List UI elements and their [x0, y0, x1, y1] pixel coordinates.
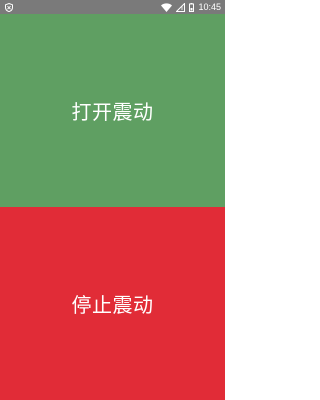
status-bar: 10:45	[0, 0, 225, 14]
wifi-icon	[161, 2, 173, 12]
status-bar-right: 10:45	[161, 0, 221, 14]
app-screen: 10:45 打开震动 停止震动	[0, 0, 225, 400]
vibrate-on-button[interactable]: 打开震动	[0, 14, 225, 207]
shield-icon	[5, 2, 13, 12]
vibrate-on-label: 打开震动	[71, 100, 154, 124]
status-bar-left	[5, 2, 13, 12]
no-sim-icon	[176, 2, 186, 12]
vibrate-off-button[interactable]: 停止震动	[0, 207, 225, 400]
vibrate-off-label: 停止震动	[71, 293, 154, 317]
status-time: 10:45	[198, 2, 221, 12]
battery-icon	[189, 2, 195, 12]
